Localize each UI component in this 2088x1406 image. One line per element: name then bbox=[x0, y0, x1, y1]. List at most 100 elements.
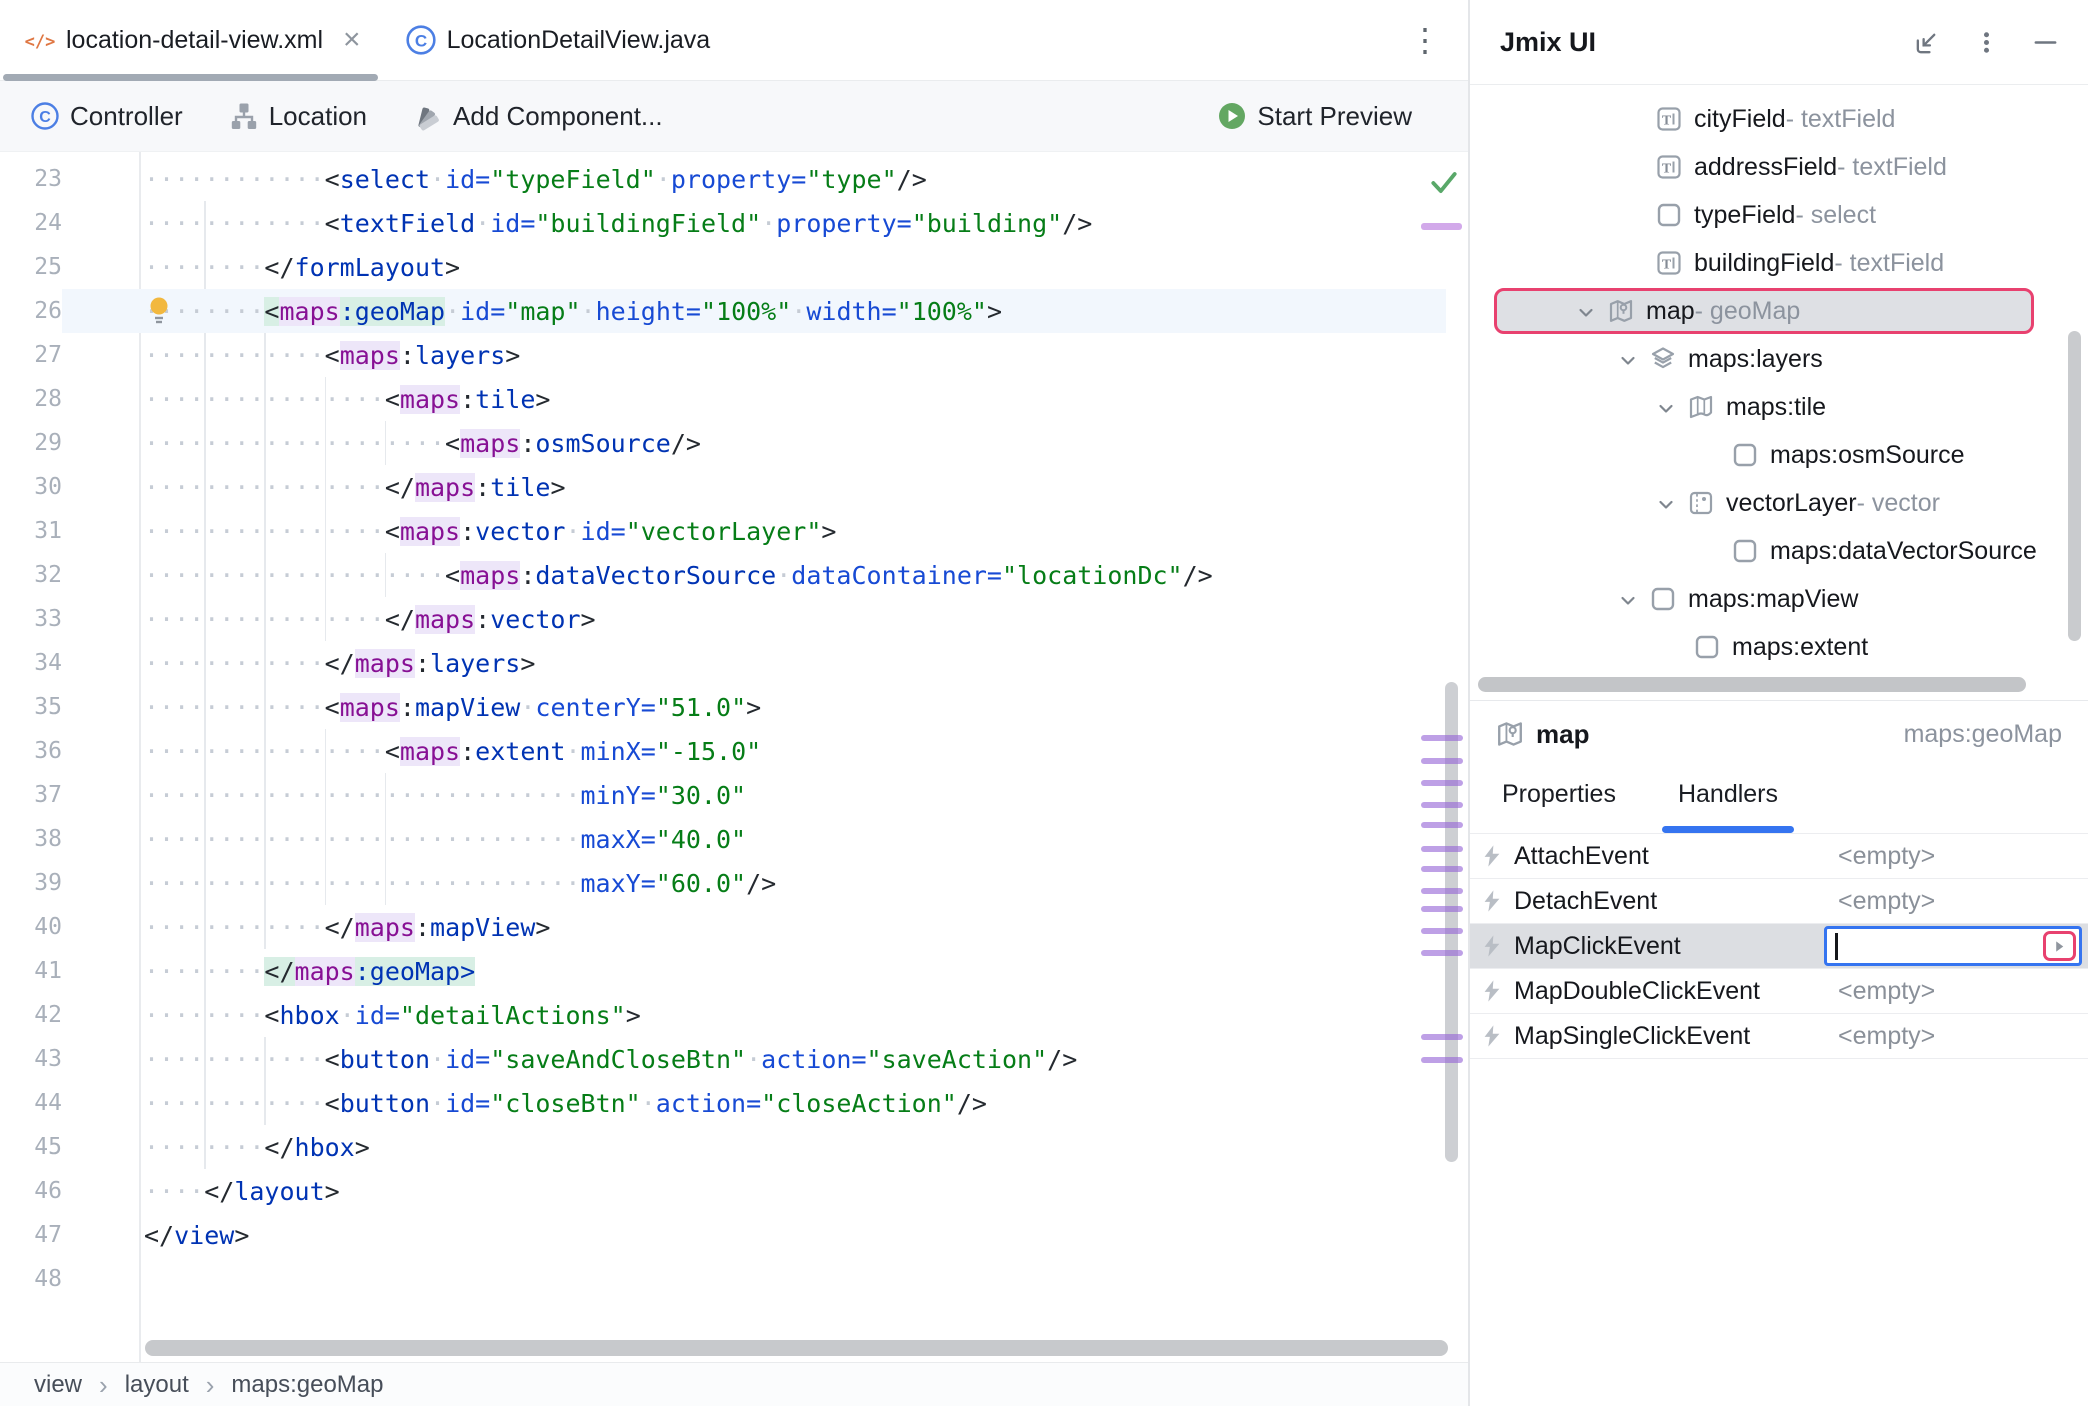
tree-item-cityField[interactable]: TcityField - textField bbox=[1470, 95, 2088, 143]
code-line-30[interactable]: 30················</maps:tile> bbox=[0, 465, 1446, 509]
tab-handlers[interactable]: Handlers bbox=[1678, 780, 1778, 833]
handler-row-mapsingleclickevent[interactable]: MapSingleClickEvent<empty> bbox=[1470, 1014, 2088, 1059]
line-number[interactable]: 34 bbox=[0, 650, 62, 676]
handler-value-input[interactable] bbox=[1824, 926, 2082, 966]
handler-row-attachevent[interactable]: AttachEvent<empty> bbox=[1470, 834, 2088, 879]
chevron-down-icon[interactable] bbox=[1576, 301, 1596, 321]
code-line-47[interactable]: 47</view> bbox=[0, 1213, 1446, 1257]
toolbar-button-location[interactable]: Location bbox=[229, 101, 367, 132]
code-line-27[interactable]: 27············<maps:layers> bbox=[0, 333, 1446, 377]
intention-bulb-icon[interactable] bbox=[148, 296, 170, 326]
toolbar-button-controller[interactable]: CController bbox=[30, 101, 183, 132]
code-line-25[interactable]: 25········</formLayout> bbox=[0, 245, 1446, 289]
line-number[interactable]: 46 bbox=[0, 1178, 62, 1204]
line-number[interactable]: 30 bbox=[0, 474, 62, 500]
handler-value[interactable]: <empty> bbox=[1838, 842, 1935, 871]
code-line-46[interactable]: 46····</layout> bbox=[0, 1169, 1446, 1213]
code-line-43[interactable]: 43············<button·id="saveAndCloseBt… bbox=[0, 1037, 1446, 1081]
check-icon[interactable] bbox=[1428, 166, 1460, 198]
toolbar-button-add-component-[interactable]: Add Component... bbox=[413, 101, 663, 132]
code-editor[interactable]: 23············<select·id="typeField"·pro… bbox=[0, 152, 1468, 1362]
code-line-23[interactable]: 23············<select·id="typeField"·pro… bbox=[0, 157, 1446, 201]
code-line-41[interactable]: 41········</maps:geoMap> bbox=[0, 949, 1446, 993]
editor-horizontal-scrollbar[interactable] bbox=[145, 1340, 1448, 1356]
code-line-24[interactable]: 24············<textField·id="buildingFie… bbox=[0, 201, 1446, 245]
code-line-48[interactable]: 48 bbox=[0, 1257, 1446, 1301]
code-line-26[interactable]: 26········<maps:geoMap·id="map"·height="… bbox=[0, 289, 1446, 333]
handler-row-mapdoubleclickevent[interactable]: MapDoubleClickEvent<empty> bbox=[1470, 969, 2088, 1014]
code-line-44[interactable]: 44············<button·id="closeBtn"·acti… bbox=[0, 1081, 1446, 1125]
line-number[interactable]: 45 bbox=[0, 1134, 62, 1160]
tree-item-addressField[interactable]: TaddressField - textField bbox=[1470, 143, 2088, 191]
dock-icon[interactable] bbox=[1913, 28, 1942, 57]
chevron-down-icon[interactable] bbox=[1656, 493, 1676, 513]
line-number[interactable]: 43 bbox=[0, 1046, 62, 1072]
breadcrumb-item-maps-geoMap[interactable]: maps:geoMap bbox=[231, 1371, 383, 1399]
chevron-down-icon[interactable] bbox=[1618, 349, 1638, 369]
code-line-45[interactable]: 45········</hbox> bbox=[0, 1125, 1446, 1169]
code-line-39[interactable]: 39·····························maxY="60.… bbox=[0, 861, 1446, 905]
line-number[interactable]: 25 bbox=[0, 254, 62, 280]
start-preview-button[interactable]: Start Preview bbox=[1217, 101, 1412, 132]
tree-item-maps-osmSource[interactable]: maps:osmSource bbox=[1470, 431, 2088, 479]
line-number[interactable]: 33 bbox=[0, 606, 62, 632]
handler-value[interactable]: <empty> bbox=[1838, 1022, 1935, 1051]
tree-item-maps-layers[interactable]: maps:layers bbox=[1470, 335, 2088, 383]
tree-item-maps-dataVectorSource[interactable]: maps:dataVectorSource bbox=[1470, 527, 2088, 575]
code-line-35[interactable]: 35············<maps:mapView·centerY="51.… bbox=[0, 685, 1446, 729]
handler-value[interactable]: <empty> bbox=[1838, 887, 1935, 916]
line-number[interactable]: 36 bbox=[0, 738, 62, 764]
tree-item-maps-tile[interactable]: maps:tile bbox=[1470, 383, 2088, 431]
code-line-32[interactable]: 32····················<maps:dataVectorSo… bbox=[0, 553, 1446, 597]
code-line-31[interactable]: 31················<maps:vector·id="vecto… bbox=[0, 509, 1446, 553]
tree-horizontal-scrollbar[interactable] bbox=[1478, 677, 2026, 692]
line-number[interactable]: 27 bbox=[0, 342, 62, 368]
code-line-33[interactable]: 33················</maps:vector> bbox=[0, 597, 1446, 641]
code-line-40[interactable]: 40············</maps:mapView> bbox=[0, 905, 1446, 949]
line-number[interactable]: 38 bbox=[0, 826, 62, 852]
tree-item-maps-extent[interactable]: maps:extent bbox=[1470, 623, 2088, 671]
chevron-down-icon[interactable] bbox=[1618, 589, 1638, 609]
handler-value[interactable]: <empty> bbox=[1838, 977, 1935, 1006]
line-number[interactable]: 44 bbox=[0, 1090, 62, 1116]
code-line-36[interactable]: 36················<maps:extent·minX="-15… bbox=[0, 729, 1446, 773]
code-line-28[interactable]: 28················<maps:tile> bbox=[0, 377, 1446, 421]
tree-item-vectorLayer[interactable]: vectorLayer - vector bbox=[1470, 479, 2088, 527]
line-number[interactable]: 24 bbox=[0, 210, 62, 236]
chevron-down-icon[interactable] bbox=[1656, 397, 1676, 417]
handler-row-mapclickevent[interactable]: MapClickEvent bbox=[1470, 924, 2088, 969]
close-icon[interactable]: × bbox=[343, 30, 361, 50]
tree-item-maps-mapView[interactable]: maps:mapView bbox=[1470, 575, 2088, 623]
line-number[interactable]: 23 bbox=[0, 166, 62, 192]
line-number[interactable]: 40 bbox=[0, 914, 62, 940]
line-number[interactable]: 29 bbox=[0, 430, 62, 456]
line-number[interactable]: 42 bbox=[0, 1002, 62, 1028]
line-number[interactable]: 32 bbox=[0, 562, 62, 588]
code-line-38[interactable]: 38·····························maxX="40.… bbox=[0, 817, 1446, 861]
breadcrumb-item-layout[interactable]: layout bbox=[125, 1371, 189, 1399]
kebab-icon[interactable] bbox=[1972, 28, 2001, 57]
expand-callout-ring[interactable] bbox=[2043, 931, 2076, 961]
breadcrumb-item-view[interactable]: view bbox=[34, 1371, 82, 1399]
line-number[interactable]: 48 bbox=[0, 1266, 62, 1292]
line-number[interactable]: 35 bbox=[0, 694, 62, 720]
kebab-icon[interactable]: ⋮ bbox=[1409, 21, 1442, 59]
code-line-29[interactable]: 29····················<maps:osmSource/> bbox=[0, 421, 1446, 465]
line-number[interactable]: 39 bbox=[0, 870, 62, 896]
tree-item-buildingField[interactable]: TbuildingField - textField bbox=[1470, 239, 2088, 287]
editor-vertical-scrollbar[interactable] bbox=[1445, 682, 1458, 1162]
editor-tab-2[interactable]: CLocationDetailView.java bbox=[381, 0, 731, 80]
editor-tab-1[interactable]: </>location-detail-view.xml× bbox=[0, 0, 381, 80]
code-line-37[interactable]: 37·····························minY="30.… bbox=[0, 773, 1446, 817]
tree-item-map[interactable]: map - geoMap bbox=[1470, 287, 2088, 335]
line-number[interactable]: 47 bbox=[0, 1222, 62, 1248]
minimize-icon[interactable] bbox=[2031, 28, 2060, 57]
line-number[interactable]: 37 bbox=[0, 782, 62, 808]
line-number[interactable]: 41 bbox=[0, 958, 62, 984]
line-number[interactable]: 26 bbox=[0, 298, 62, 324]
handler-row-detachevent[interactable]: DetachEvent<empty> bbox=[1470, 879, 2088, 924]
code-line-34[interactable]: 34············</maps:layers> bbox=[0, 641, 1446, 685]
code-line-42[interactable]: 42········<hbox·id="detailActions"> bbox=[0, 993, 1446, 1037]
tab-properties[interactable]: Properties bbox=[1502, 780, 1616, 833]
line-number[interactable]: 28 bbox=[0, 386, 62, 412]
